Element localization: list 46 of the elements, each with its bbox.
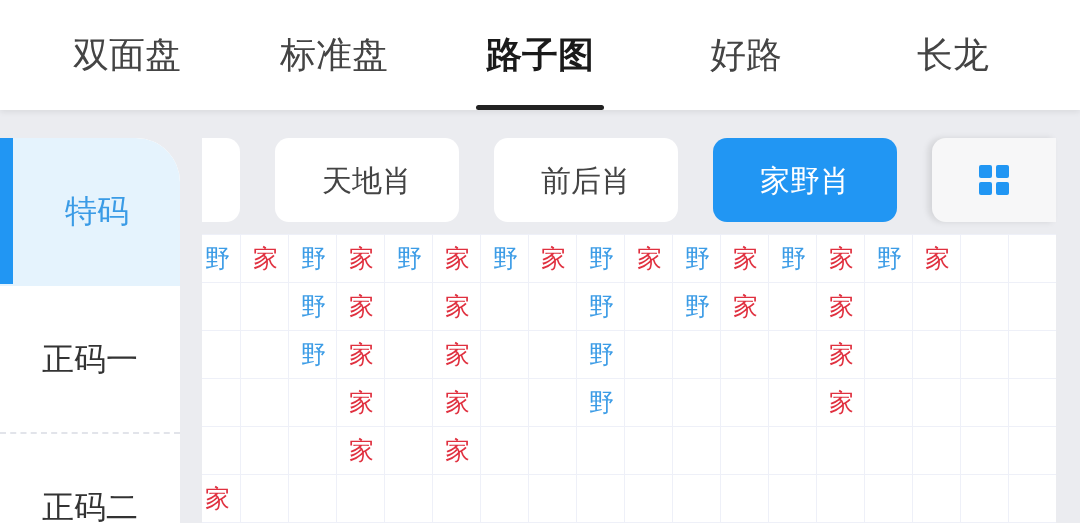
road-mark: 野	[684, 293, 710, 319]
road-mark: 家	[348, 341, 374, 367]
sidebar-item[interactable]: 正码二	[0, 434, 180, 523]
road-mark: 家	[444, 437, 470, 463]
filter-button[interactable]: 前后肖	[494, 138, 678, 222]
sidebar-item[interactable]: 正码一	[0, 286, 180, 434]
road-mark: 家	[444, 245, 470, 271]
road-mark: 家	[204, 485, 230, 511]
road-mark: 野	[588, 389, 614, 415]
road-mark: 野	[204, 245, 230, 271]
road-mark: 家	[828, 245, 854, 271]
road-mark: 家	[348, 245, 374, 271]
tab[interactable]: 双面盘	[24, 0, 231, 110]
road-mark: 家	[444, 293, 470, 319]
road-mark: 野	[300, 293, 326, 319]
road-mark: 家	[636, 245, 662, 271]
road-mark: 家	[828, 341, 854, 367]
road-mark: 野	[588, 293, 614, 319]
road-mark: 家	[924, 245, 950, 271]
road-mark: 家	[828, 293, 854, 319]
road-mark: 野	[300, 341, 326, 367]
road-mark: 家	[540, 245, 566, 271]
tab[interactable]: 长龙	[849, 0, 1057, 110]
grid-view-button[interactable]	[932, 138, 1056, 222]
road-mark: 家	[348, 437, 374, 463]
road-mark: 家	[732, 245, 758, 271]
road-mark: 野	[876, 245, 902, 271]
road-mark: 野	[492, 245, 518, 271]
tab[interactable]: 标准盘	[230, 0, 437, 110]
road-mark: 家	[828, 389, 854, 415]
road-mark: 家	[348, 293, 374, 319]
filter-button[interactable]: 天地肖	[275, 138, 459, 222]
road-mark: 野	[588, 245, 614, 271]
road-mark: 家	[444, 341, 470, 367]
road-mark: 家	[732, 293, 758, 319]
road-mark: 家	[348, 389, 374, 415]
road-mark: 野	[300, 245, 326, 271]
tab[interactable]: 路子图	[436, 0, 644, 110]
road-mark: 野	[684, 245, 710, 271]
road-mark: 家	[444, 389, 470, 415]
grid-icon	[979, 165, 1009, 195]
road-mark: 野	[588, 341, 614, 367]
road-mark: 野	[396, 245, 422, 271]
road-mark: 野	[780, 245, 806, 271]
tab[interactable]: 好路	[643, 0, 850, 110]
road-mark: 家	[252, 245, 278, 271]
